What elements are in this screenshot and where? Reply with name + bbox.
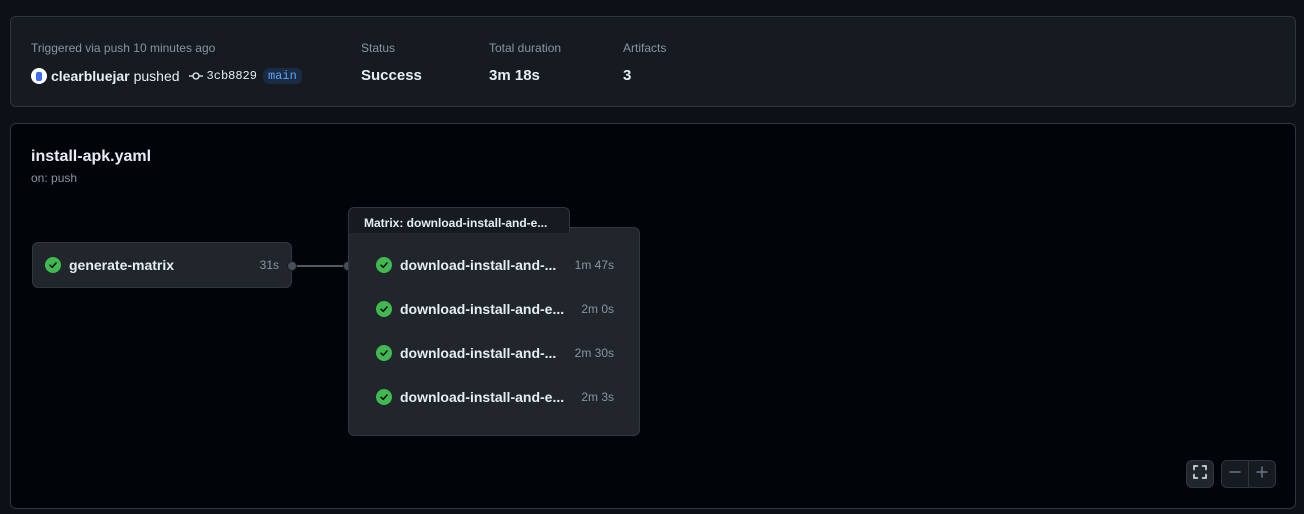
- check-circle-icon: [45, 257, 61, 273]
- trigger-text: Triggered via push 10 minutes ago: [31, 41, 216, 55]
- action-text: pushed: [133, 68, 180, 84]
- job-name: download-install-and-e...: [400, 301, 565, 317]
- zoom-out-button[interactable]: [1222, 461, 1248, 487]
- status-value: Success: [361, 67, 422, 84]
- matrix-job[interactable]: download-install-and-... 2m 30s: [376, 343, 614, 363]
- artifacts-label: Artifacts: [623, 41, 667, 55]
- job-duration: 2m 30s: [574, 346, 614, 360]
- job-name: download-install-and-...: [400, 345, 557, 361]
- duration-value: 3m 18s: [489, 67, 540, 84]
- check-circle-icon: [376, 301, 392, 317]
- branch-badge[interactable]: main: [262, 68, 302, 84]
- job-duration: 31s: [259, 258, 279, 272]
- workflow-graph: install-apk.yaml on: push generate-matri…: [10, 123, 1296, 509]
- job-name: generate-matrix: [69, 257, 175, 273]
- check-circle-icon: [376, 345, 392, 361]
- duration-label: Total duration: [489, 41, 562, 55]
- trigger-details: clearbluejar pushed 3cb8829 main: [31, 67, 302, 85]
- fullscreen-button[interactable]: [1186, 460, 1214, 488]
- fullscreen-icon: [1193, 464, 1207, 484]
- trigger-section: Triggered via push 10 minutes ago clearb…: [31, 41, 302, 85]
- check-circle-icon: [376, 389, 392, 405]
- job-name: download-install-and-e...: [400, 389, 565, 405]
- status-section: Status Success: [361, 41, 422, 85]
- job-connector: [287, 261, 353, 271]
- actor-link[interactable]: clearbluejar: [51, 68, 130, 84]
- job-duration: 1m 47s: [574, 258, 614, 272]
- job-name: download-install-and-...: [400, 257, 557, 273]
- zoom-controls: [1221, 460, 1276, 488]
- matrix-job[interactable]: download-install-and-e... 2m 0s: [376, 299, 614, 319]
- actor-avatar[interactable]: [31, 68, 47, 84]
- status-label: Status: [361, 41, 396, 55]
- matrix-job[interactable]: download-install-and-... 1m 47s: [376, 255, 614, 275]
- minus-icon: [1229, 465, 1241, 483]
- workflow-name[interactable]: install-apk.yaml: [31, 148, 151, 166]
- artifacts-count-link[interactable]: 3: [623, 67, 666, 85]
- plus-icon: [1256, 465, 1268, 483]
- job-generate-matrix[interactable]: generate-matrix 31s: [32, 242, 292, 288]
- workflow-trigger: on: push: [31, 171, 78, 185]
- zoom-in-button[interactable]: [1249, 461, 1275, 487]
- run-summary: Triggered via push 10 minutes ago clearb…: [10, 16, 1296, 107]
- commit-sha-link[interactable]: 3cb8829: [207, 69, 257, 83]
- git-commit-icon: [188, 71, 203, 81]
- job-duration: 2m 3s: [581, 390, 614, 404]
- check-circle-icon: [376, 257, 392, 273]
- matrix-job[interactable]: download-install-and-e... 2m 3s: [376, 387, 614, 407]
- matrix-title: Matrix: download-install-and-e...: [348, 207, 570, 233]
- duration-section: Total duration 3m 18s: [489, 41, 561, 85]
- job-duration: 2m 0s: [581, 302, 614, 316]
- artifacts-section: Artifacts 3: [623, 41, 666, 85]
